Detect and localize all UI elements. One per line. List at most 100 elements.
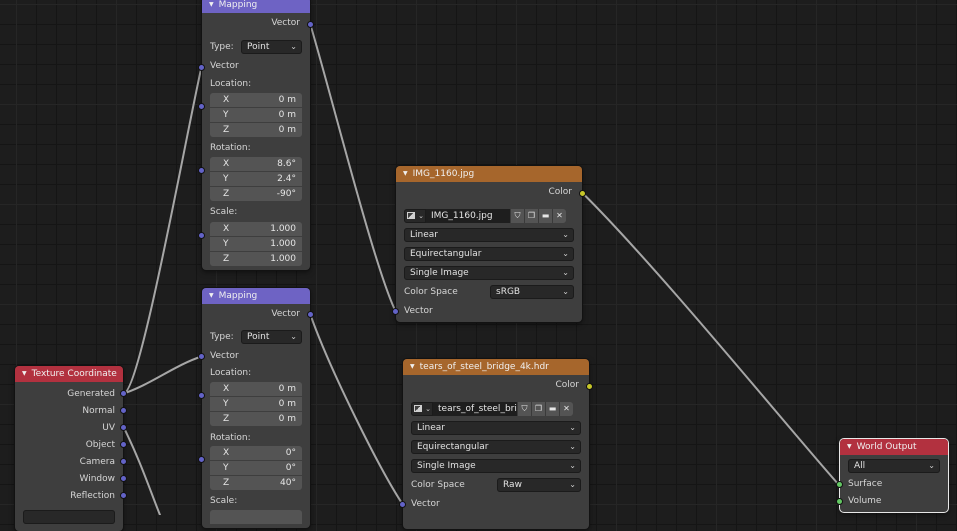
image-texture-node-1-header[interactable]: ▼ IMG_1160.jpg xyxy=(396,166,582,182)
texture-coordinate-node[interactable]: ▼ Texture Coordinate Generated Normal UV … xyxy=(15,366,127,531)
output-color-socket[interactable] xyxy=(586,383,593,390)
chevron-down-icon: ⌄ xyxy=(569,461,576,470)
image-texture-node-1[interactable]: ▼ IMG_1160.jpg Color ⌄ IMG_1160.jpg ⛉ ❐ ▬… xyxy=(392,166,586,322)
input-surface-socket[interactable] xyxy=(836,481,843,488)
mapping-node-1[interactable]: ▼ Mapping Vector Type: Point ⌄ Vector Loc… xyxy=(198,0,314,270)
mapping-node-1-header[interactable]: ▼ Mapping xyxy=(202,0,310,13)
location-y-field[interactable]: Y 0 m xyxy=(210,108,302,122)
source-value: Single Image xyxy=(410,268,469,278)
location-y-field[interactable]: Y 0 m xyxy=(210,397,302,411)
scale-z-field[interactable]: Z 1.000 xyxy=(210,252,302,266)
axis-label: Y xyxy=(223,239,229,249)
rotation-x-field[interactable]: X 8.6° xyxy=(210,157,302,171)
field-value: 0 m xyxy=(278,95,296,105)
location-z-field[interactable]: Z 0 m xyxy=(210,123,302,137)
duplicate-icon[interactable]: ❐ xyxy=(531,402,545,416)
image-selector[interactable]: ⌄ IMG_1160.jpg ⛉ ❐ ▬ ✕ xyxy=(404,209,574,223)
close-icon[interactable]: ✕ xyxy=(552,209,566,223)
image-name-field[interactable]: IMG_1160.jpg xyxy=(426,209,510,223)
collapse-triangle-icon[interactable]: ▼ xyxy=(22,370,27,377)
color-space-dropdown[interactable]: Raw ⌄ xyxy=(497,478,581,492)
output-camera-socket[interactable] xyxy=(120,458,127,465)
axis-label: X xyxy=(223,224,230,234)
scale-label: Scale: xyxy=(210,496,238,506)
source-dropdown[interactable]: Single Image ⌄ xyxy=(404,266,574,280)
interpolation-dropdown[interactable]: Linear ⌄ xyxy=(411,421,581,435)
collapse-triangle-icon[interactable]: ▼ xyxy=(847,443,852,450)
output-uv-socket[interactable] xyxy=(120,424,127,431)
output-window-socket[interactable] xyxy=(120,475,127,482)
scale-y-field[interactable]: Y 1.000 xyxy=(210,237,302,251)
image-selector[interactable]: ⌄ tears_of_steel_bri... ⛉ ❐ ▬ ✕ xyxy=(411,402,581,416)
rotation-y-field[interactable]: Y 0° xyxy=(210,461,302,475)
mapping-node-2-header[interactable]: ▼ Mapping xyxy=(202,288,310,304)
scale-x-field[interactable]: X 1.000 xyxy=(210,222,302,236)
collapse-triangle-icon[interactable]: ▼ xyxy=(410,363,415,370)
image-texture-node-2-header[interactable]: ▼ tears_of_steel_bridge_4k.hdr xyxy=(403,359,589,375)
folder-icon[interactable]: ▬ xyxy=(545,402,559,416)
projection-dropdown[interactable]: Equirectangular ⌄ xyxy=(411,440,581,454)
field-value: 1.000 xyxy=(270,224,296,234)
output-generated-socket[interactable] xyxy=(120,390,127,397)
texture-coordinate-node-header[interactable]: ▼ Texture Coordinate xyxy=(15,366,123,382)
collapse-triangle-icon[interactable]: ▼ xyxy=(209,292,214,299)
image-browse-icon[interactable]: ⌄ xyxy=(411,402,433,416)
scale-x-field[interactable] xyxy=(210,510,302,524)
fake-user-shield-icon[interactable]: ⛉ xyxy=(510,209,524,223)
output-color-socket[interactable] xyxy=(579,190,586,197)
field-value: 8.6° xyxy=(277,159,296,169)
input-location-socket[interactable] xyxy=(198,392,205,399)
input-vector-socket[interactable] xyxy=(392,308,399,315)
collapse-triangle-icon[interactable]: ▼ xyxy=(209,1,214,8)
world-output-node[interactable]: ▼ World Output All ⌄ Surface Volume xyxy=(836,439,948,512)
chevron-down-icon: ⌄ xyxy=(562,249,569,258)
type-dropdown[interactable]: Point ⌄ xyxy=(241,330,302,344)
output-vector-socket[interactable] xyxy=(307,311,314,318)
target-dropdown[interactable]: All ⌄ xyxy=(848,459,940,473)
link-generated-to-mapping1 xyxy=(122,66,203,395)
fake-user-shield-icon[interactable]: ⛉ xyxy=(517,402,531,416)
rotation-z-field[interactable]: Z -90° xyxy=(210,187,302,201)
folder-icon[interactable]: ▬ xyxy=(538,209,552,223)
location-x-field[interactable]: X 0 m xyxy=(210,93,302,107)
source-dropdown[interactable]: Single Image ⌄ xyxy=(411,459,581,473)
image-texture-node-2[interactable]: ▼ tears_of_steel_bridge_4k.hdr Color ⌄ te… xyxy=(399,359,593,529)
input-vector-socket[interactable] xyxy=(399,501,406,508)
mapping-node-2[interactable]: ▼ Mapping Vector Type: Point ⌄ Vector Loc… xyxy=(198,288,314,528)
field-value: 0° xyxy=(285,448,296,458)
image-browse-icon[interactable]: ⌄ xyxy=(404,209,426,223)
output-normal-socket[interactable] xyxy=(120,407,127,414)
location-x-field[interactable]: X 0 m xyxy=(210,382,302,396)
field-value: 40° xyxy=(280,478,296,488)
type-dropdown[interactable]: Point ⌄ xyxy=(241,40,302,54)
input-rotation-socket[interactable] xyxy=(198,456,205,463)
chevron-down-icon: ⌄ xyxy=(569,442,576,451)
output-window-label: Window xyxy=(79,474,116,484)
rotation-x-field[interactable]: X 0° xyxy=(210,446,302,460)
projection-dropdown[interactable]: Equirectangular ⌄ xyxy=(404,247,574,261)
color-space-label: Color Space xyxy=(411,480,465,490)
input-vector-socket[interactable] xyxy=(198,353,205,360)
field-value: 0 m xyxy=(278,414,296,424)
world-output-node-header[interactable]: ▼ World Output xyxy=(840,439,948,455)
color-space-dropdown[interactable]: sRGB ⌄ xyxy=(490,285,574,299)
rotation-z-field[interactable]: Z 40° xyxy=(210,476,302,490)
image-name-field[interactable]: tears_of_steel_bri... xyxy=(433,402,517,416)
input-vector-socket[interactable] xyxy=(198,64,205,71)
collapse-triangle-icon[interactable]: ▼ xyxy=(403,170,408,177)
rotation-y-field[interactable]: Y 2.4° xyxy=(210,172,302,186)
output-object-socket[interactable] xyxy=(120,441,127,448)
input-scale-socket[interactable] xyxy=(198,232,205,239)
close-icon[interactable]: ✕ xyxy=(559,402,573,416)
link-mapping2-to-image2 xyxy=(309,314,404,505)
output-vector-socket[interactable] xyxy=(307,21,314,28)
field-value: 0 m xyxy=(278,384,296,394)
input-location-socket[interactable] xyxy=(198,103,205,110)
output-reflection-socket[interactable] xyxy=(120,492,127,499)
input-rotation-socket[interactable] xyxy=(198,167,205,174)
input-volume-socket[interactable] xyxy=(836,498,843,505)
interpolation-dropdown[interactable]: Linear ⌄ xyxy=(404,228,574,242)
location-z-field[interactable]: Z 0 m xyxy=(210,412,302,426)
object-selector[interactable] xyxy=(23,510,115,524)
duplicate-icon[interactable]: ❐ xyxy=(524,209,538,223)
